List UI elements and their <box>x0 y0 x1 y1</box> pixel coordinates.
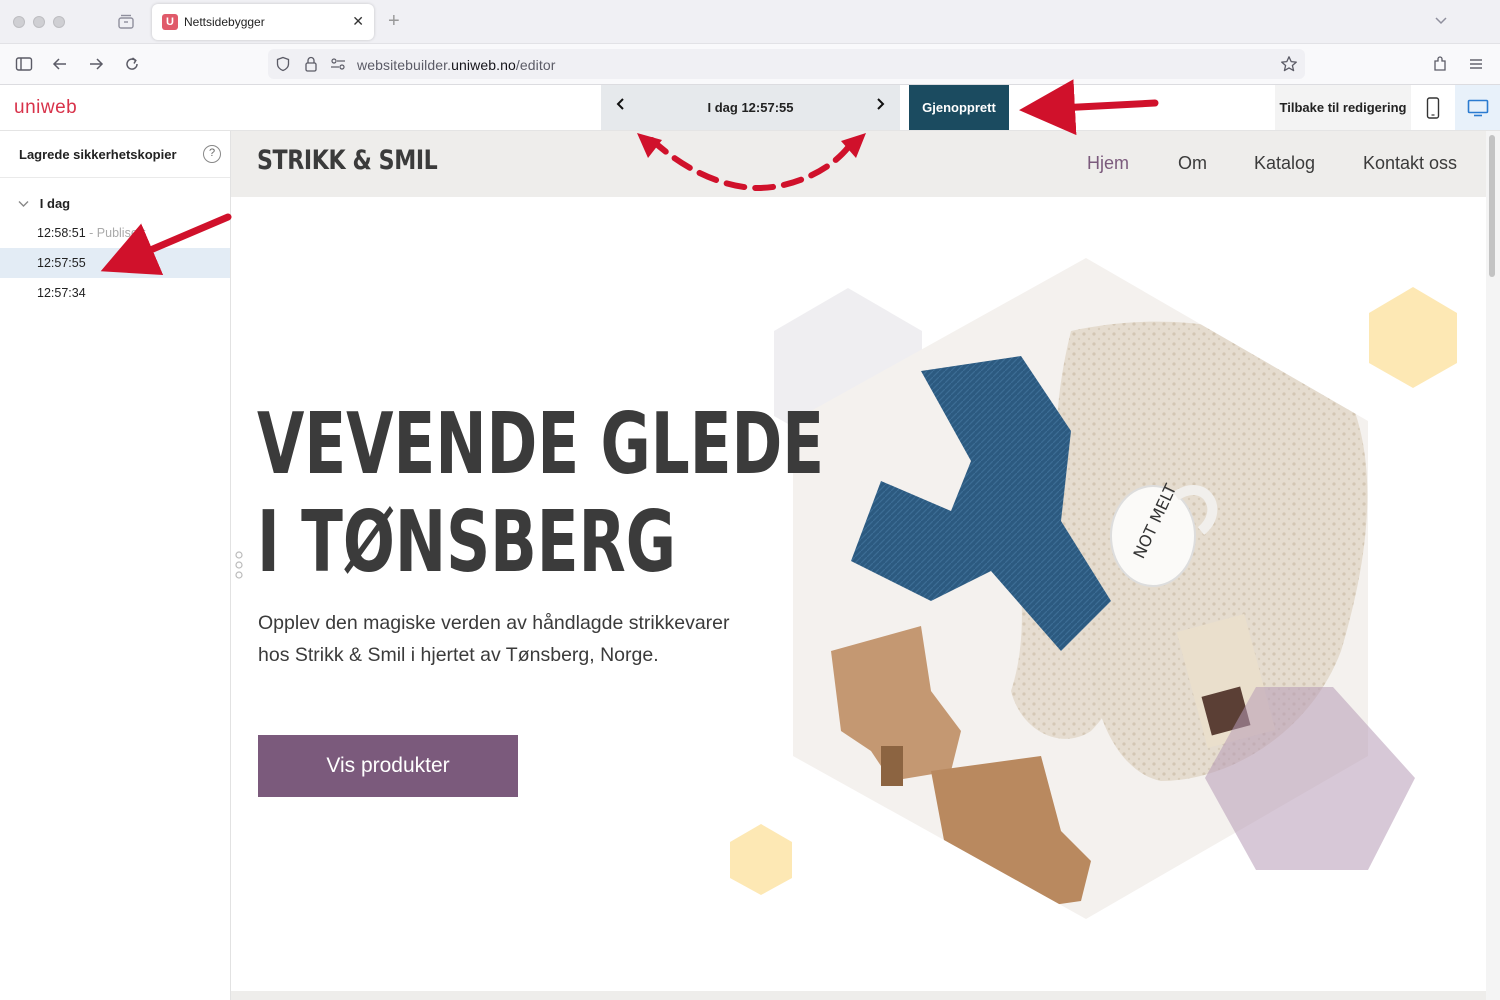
backup-entry[interactable]: 12:57:34 <box>0 278 230 308</box>
site-preview: STRIKK & SMIL Hjem Om Katalog Kontakt os… <box>231 131 1486 991</box>
current-version-label: I dag 12:57:55 <box>707 100 794 115</box>
chevron-right-icon <box>877 98 885 110</box>
window-close-button[interactable] <box>13 16 25 28</box>
backup-group-label: I dag <box>39 196 71 211</box>
window-maximize-button[interactable] <box>53 16 65 28</box>
sidebar-title: Lagrede sikkerhetskopier <box>19 147 177 162</box>
restore-button[interactable]: Gjenopprett <box>909 85 1009 130</box>
uniweb-logo: uniweb <box>14 97 78 118</box>
view-products-button[interactable]: Vis produkter <box>258 735 518 797</box>
decor-hexagon <box>730 824 792 895</box>
backup-group-today[interactable]: I dag <box>18 196 70 211</box>
url-text: websitebuilder.uniweb.no/editor <box>357 57 555 73</box>
mobile-preview-button[interactable] <box>1411 85 1455 130</box>
hero-title-line1: VEVENDE GLEDE <box>257 395 825 494</box>
decor-hexagon <box>1369 287 1457 388</box>
desktop-preview-button[interactable] <box>1455 85 1500 130</box>
scrollbar[interactable] <box>1486 131 1500 1000</box>
tab-groups-icon[interactable] <box>117 14 135 30</box>
shield-icon[interactable] <box>275 56 291 72</box>
back-icon[interactable] <box>51 55 69 73</box>
help-icon[interactable]: ? <box>203 145 221 163</box>
tab-list-chevron-icon[interactable] <box>1434 13 1448 27</box>
url-domain: uniweb.no <box>451 57 516 73</box>
lock-icon[interactable] <box>303 55 319 73</box>
tab-close-icon[interactable]: ✕ <box>352 13 364 30</box>
browser-nav-bar: websitebuilder.uniweb.no/editor <box>0 44 1500 85</box>
desktop-monitor-icon <box>1467 99 1489 117</box>
next-version-button[interactable] <box>869 97 891 119</box>
site-permissions-icon[interactable] <box>330 57 346 71</box>
tab-title: Nettsidebygger <box>184 15 265 29</box>
scrollbar-thumb[interactable] <box>1489 135 1495 277</box>
sidebar-header: Lagrede sikkerhetskopier ? <box>0 131 230 178</box>
url-prefix: websitebuilder. <box>357 57 452 73</box>
editor-toolbar: uniweb I dag 12:57:55 Gjenopprett Tilbak… <box>0 85 1500 131</box>
sidebar-toggle-icon[interactable] <box>15 55 33 73</box>
mobile-phone-icon <box>1426 97 1440 119</box>
reload-icon[interactable] <box>123 55 141 73</box>
version-navigator: I dag 12:57:55 <box>601 85 900 130</box>
extensions-icon[interactable] <box>1431 55 1449 73</box>
backup-entry-time: 12:58:51 <box>37 226 86 240</box>
bookmark-star-icon[interactable] <box>1280 55 1298 73</box>
drag-handle-icon[interactable] <box>234 551 244 579</box>
forward-icon[interactable] <box>87 55 105 73</box>
back-to-editing-button[interactable]: Tilbake til redigering <box>1275 85 1411 130</box>
backup-entry-selected[interactable]: 12:57:55 <box>0 248 230 278</box>
hero-title: VEVENDE GLEDE I TØNSBERG <box>257 395 825 592</box>
app-menu-icon[interactable] <box>1467 55 1485 73</box>
backup-entry[interactable]: 12:58:51 - Publisert <box>0 218 230 248</box>
browser-tab[interactable]: U Nettsidebygger ✕ <box>152 4 374 40</box>
new-tab-icon[interactable]: + <box>388 11 400 31</box>
backup-entry-note: - Publisert <box>85 226 146 240</box>
backup-sidebar: Lagrede sikkerhetskopier ? I dag 12:58:5… <box>0 131 231 1000</box>
tab-favicon-icon: U <box>162 14 178 30</box>
url-bar[interactable]: websitebuilder.uniweb.no/editor <box>268 49 1305 79</box>
backup-entry-time: 12:57:34 <box>37 286 86 300</box>
url-path: /editor <box>515 57 556 73</box>
hero-description: Opplev den magiske verden av håndlagde s… <box>258 612 730 666</box>
backup-entry-time: 12:57:55 <box>37 256 86 270</box>
hero-title-line2: I TØNSBERG <box>257 493 676 592</box>
site-bottom-strip <box>231 991 1486 1000</box>
window-minimize-button[interactable] <box>33 16 45 28</box>
chevron-down-icon <box>18 200 32 211</box>
browser-tab-bar: U Nettsidebygger ✕ + <box>0 0 1500 44</box>
